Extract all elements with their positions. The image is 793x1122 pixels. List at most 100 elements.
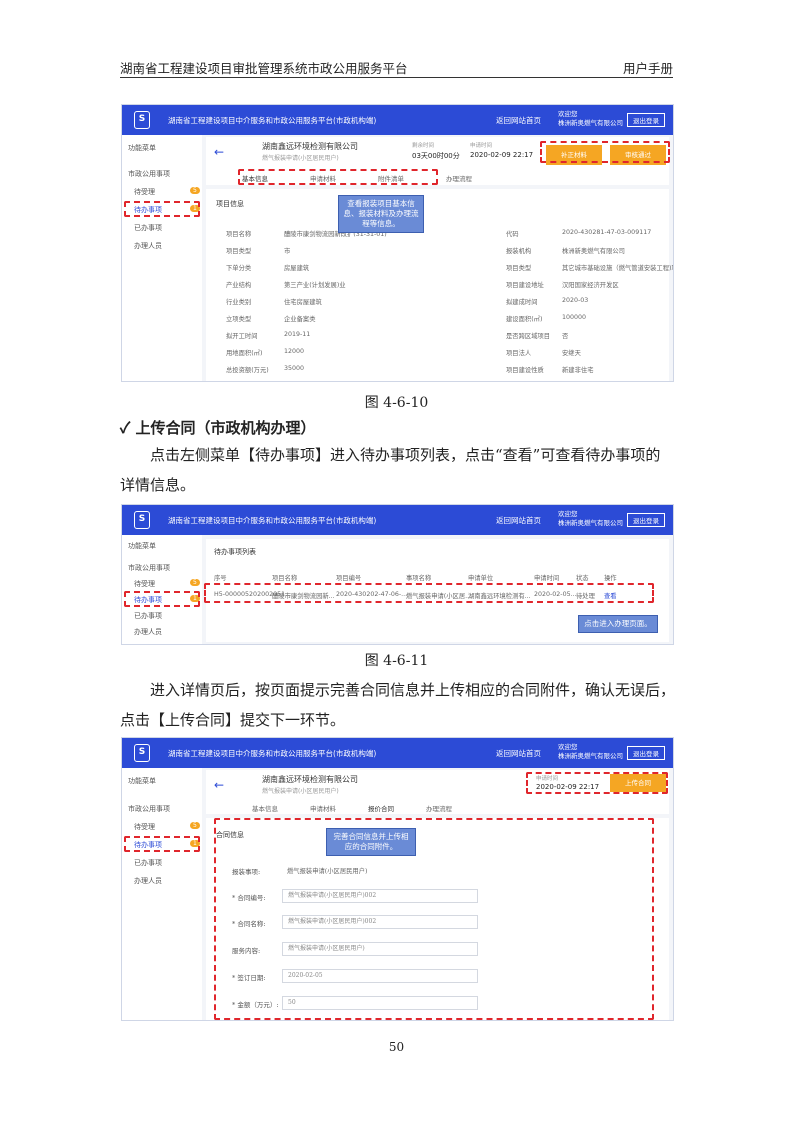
- service-name: 燃气报装申请(小区居民用户): [262, 155, 339, 162]
- home-link[interactable]: 返回网站首页: [496, 748, 541, 759]
- tab-basic[interactable]: 基本信息: [252, 803, 278, 813]
- caption-2: 图 4-6-11: [364, 653, 429, 669]
- pending-badge: 5: [190, 187, 200, 194]
- info-value: 株洲新奥燃气有限公司: [562, 248, 625, 255]
- column-header: 项目编号: [336, 575, 362, 582]
- tab-contract[interactable]: 报价合同: [368, 803, 394, 813]
- remain-time: 03天00时00分: [412, 152, 460, 160]
- header-left: 湖南省工程建设项目审批管理系统市政公用服务平台: [120, 61, 408, 76]
- info-label: 行业类别: [226, 299, 252, 306]
- info-label: 项目法人: [506, 350, 532, 357]
- logout-button[interactable]: 退出登录: [627, 513, 665, 527]
- amount-input[interactable]: 50: [282, 996, 478, 1010]
- sidebar: 功能菜单 市政公用事项 待受理 5 待办事项 1 已办事项 办理人员: [122, 135, 202, 381]
- company-name: 湖南鑫远环境检测有限公司: [262, 142, 358, 151]
- tab-process[interactable]: 办理流程: [426, 803, 452, 813]
- info-value: 房屋建筑: [284, 265, 310, 272]
- user-info: 欢迎您 株洲新奥燃气有限公司: [558, 110, 623, 127]
- user-info: 欢迎您 株洲新奥燃气有限公司: [558, 743, 623, 760]
- logout-button[interactable]: 退出登录: [627, 113, 665, 127]
- column-header: 申请时间: [534, 575, 560, 582]
- menu-group[interactable]: 市政公用事项: [128, 563, 170, 573]
- home-link[interactable]: 返回网站首页: [496, 115, 541, 126]
- tip-callout: 完善合同信息并上传相应的合同附件。: [326, 828, 416, 856]
- sign-date-label: * 签订日期:: [232, 974, 266, 982]
- info-value: 35000: [284, 365, 305, 372]
- info-value: 汉阳国家经济开发区: [562, 282, 619, 289]
- home-link[interactable]: 返回网站首页: [496, 515, 541, 526]
- highlight-upload: [526, 772, 668, 794]
- info-label: 总投资额(万元): [226, 367, 269, 374]
- info-value: 市: [284, 248, 291, 255]
- sidebar-item-staff[interactable]: 办理人员: [134, 627, 162, 637]
- pending-badge: 5: [190, 822, 200, 829]
- back-icon[interactable]: ←: [214, 778, 224, 792]
- apply-time: 2020-02-09 22:17: [470, 151, 534, 159]
- sidebar-item-staff[interactable]: 办理人员: [134, 876, 162, 886]
- tip-callout: 查看报装项目基本信息、报装材料及办理流程等信息。: [338, 195, 424, 233]
- menu-title: 功能菜单: [128, 542, 156, 550]
- contract-no-input[interactable]: 燃气报装申请(小区居民用户)002: [282, 889, 478, 903]
- info-value: 其它城市基础设施（燃气管道安装工程)项目: [562, 265, 674, 272]
- tip-callout: 点击进入办理页面。: [578, 615, 658, 633]
- info-value: 否: [562, 333, 569, 340]
- sidebar-item-staff[interactable]: 办理人员: [134, 241, 162, 251]
- section-heading: ✓ 上传合同（市政机构办理）: [120, 419, 316, 437]
- top-bar: S 湖南省工程建设项目中介服务和市政公用服务平台(市政机构端) 返回网站首页 欢…: [122, 505, 673, 535]
- sign-date-input[interactable]: 2020-02-05: [282, 969, 478, 983]
- highlight-todo: [124, 836, 200, 852]
- highlight-tabs: [238, 169, 438, 185]
- info-label: 项目名称: [226, 231, 252, 238]
- highlight-buttons: [540, 141, 670, 163]
- menu-group[interactable]: 市政公用事项: [128, 169, 170, 179]
- info-label: 项目类型: [226, 248, 252, 255]
- info-label: 项目类型: [506, 265, 532, 272]
- pending-badge: 5: [190, 579, 200, 586]
- service-name: 燃气报装申请(小区居民用户): [262, 788, 339, 795]
- header-right: 用户手册: [622, 61, 673, 76]
- column-header: 状态: [576, 575, 589, 582]
- sidebar-item-pending[interactable]: 待受理: [134, 187, 155, 197]
- info-label: 是否跨区域项目: [506, 333, 551, 340]
- app-title: 湖南省工程建设项目中介服务和市政公用服务平台(市政机构端): [168, 749, 377, 758]
- contract-name-label: * 合同名称:: [232, 920, 266, 928]
- screenshot-detail: S 湖南省工程建设项目中介服务和市政公用服务平台(市政机构端) 返回网站首页 欢…: [121, 104, 674, 382]
- page-number: 50: [388, 1040, 405, 1054]
- highlight-todo: [124, 201, 200, 217]
- page-header: 湖南省工程建设项目审批管理系统市政公用服务平台 用户手册: [120, 58, 673, 78]
- info-label: 拟建成时间: [506, 299, 538, 306]
- top-bar: S 湖南省工程建设项目中介服务和市政公用服务平台(市政机构端) 返回网站首页 欢…: [122, 105, 673, 135]
- menu-title: 功能菜单: [128, 777, 156, 785]
- apply-label: 申请时间: [470, 143, 493, 149]
- info-value: 新建非住宅: [562, 367, 594, 374]
- info-label: 项目建设性质: [506, 367, 544, 374]
- sidebar-item-done[interactable]: 已办事项: [134, 223, 162, 233]
- tab-materials[interactable]: 申请材料: [310, 803, 336, 813]
- amount-label: * 金额（万元）:: [232, 1001, 279, 1009]
- logo-icon: S: [134, 744, 150, 762]
- sidebar-item-pending[interactable]: 待受理: [134, 579, 155, 589]
- sidebar-item-done[interactable]: 已办事项: [134, 611, 162, 621]
- menu-group[interactable]: 市政公用事项: [128, 804, 170, 814]
- logout-button[interactable]: 退出登录: [627, 746, 665, 760]
- tab-bar: 基本信息 申请材料 报价合同 办理流程: [252, 803, 452, 813]
- contract-name-input[interactable]: 燃气报装申请(小区居民用户)002: [282, 915, 478, 929]
- sidebar-item-pending[interactable]: 待受理: [134, 822, 155, 832]
- service-value: 燃气报装申请(小区居民用户): [287, 868, 368, 875]
- company-name: 湖南鑫远环境检测有限公司: [262, 775, 358, 784]
- info-label: 用地面积(㎡): [226, 350, 263, 357]
- service-content-label: 服务内容:: [232, 947, 261, 955]
- info-label: 产业结构: [226, 282, 252, 289]
- tab-process[interactable]: 办理流程: [446, 173, 472, 183]
- back-icon[interactable]: ←: [214, 145, 224, 159]
- column-header: 申请单位: [468, 575, 494, 582]
- sidebar-item-done[interactable]: 已办事项: [134, 858, 162, 868]
- info-value: 2020-03: [562, 297, 589, 304]
- paragraph-1: 点击左侧菜单【待办事项】进入待办事项列表，点击“查看”可查看待办事项的详情信息。: [120, 446, 661, 494]
- column-header: 操作: [604, 575, 617, 582]
- info-label: 代码: [506, 231, 519, 238]
- info-value: 安继天: [562, 350, 581, 357]
- info-card: 项目信息 项目名称 醴陵市康剑物流园新改扩(31-31-01) 代码 2020-430…: [206, 189, 673, 381]
- service-content-input[interactable]: 燃气报装申请(小区居民用户): [282, 942, 478, 956]
- sidebar: 功能菜单 市政公用事项 待受理 5 待办事项 1 已办事项 办理人员: [122, 535, 202, 644]
